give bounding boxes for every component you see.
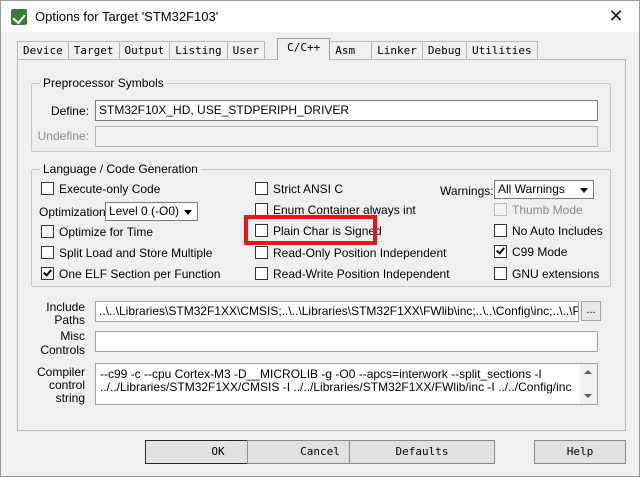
optimization-value: Level 0 (-O0) — [109, 204, 180, 218]
define-input[interactable]: STM32F10X_HD, USE_STDPERIPH_DRIVER — [95, 100, 598, 121]
optimization-label: Optimization: — [39, 205, 110, 219]
split-load-checkbox[interactable] — [41, 246, 54, 259]
optimize-time-checkbox[interactable] — [41, 225, 54, 238]
thumb-mode-label: Thumb Mode — [512, 203, 583, 217]
tab-c-cpp[interactable]: C/C++ — [277, 38, 331, 60]
include-paths-input[interactable]: ..\..\Libraries\STM32F1XX\CMSIS;..\..\Li… — [95, 301, 579, 322]
misc-controls-label-1: Misc — [60, 329, 85, 343]
gnu-ext-label: GNU extensions — [512, 267, 600, 281]
chevron-down-icon — [577, 182, 592, 197]
strict-ansi-checkbox[interactable] — [255, 182, 268, 195]
tab-listing[interactable]: Listing — [169, 41, 228, 60]
include-paths-label-1: Include — [46, 300, 85, 314]
tab-debug[interactable]: Debug — [421, 41, 467, 60]
misc-controls-label-2: Controls — [40, 343, 85, 357]
warnings-value: All Warnings — [498, 182, 565, 196]
tab-utilities[interactable]: Utilities — [465, 41, 538, 60]
compiler-string-line-1: --c99 -c --cpu Cortex-M3 -D__MICROLIB -g… — [100, 367, 542, 381]
include-paths-label-2: Paths — [54, 313, 85, 327]
one-elf-checkbox[interactable] — [41, 267, 54, 280]
compiler-string-box[interactable]: --c99 -c --cpu Cortex-M3 -D__MICROLIB -g… — [95, 363, 598, 405]
tab-device[interactable]: Device — [17, 41, 69, 60]
c99-mode-checkbox[interactable] — [494, 245, 507, 258]
options-dialog: Options for Target 'STM32F103' ✕ Device … — [0, 0, 640, 477]
thumb-mode-checkbox[interactable] — [494, 203, 507, 216]
optimization-select[interactable]: Level 0 (-O0) — [105, 202, 198, 221]
compiler-label-1: Compiler — [36, 365, 85, 379]
help-button[interactable]: Help — [534, 440, 626, 464]
window-title: Options for Target 'STM32F103' — [35, 9, 219, 24]
include-paths-browse-button[interactable]: ... — [581, 301, 601, 321]
strict-ansi-label: Strict ANSI C — [273, 182, 344, 196]
tab-user[interactable]: User — [226, 41, 266, 60]
warnings-select[interactable]: All Warnings — [494, 180, 594, 199]
checkmark-icon — [43, 267, 52, 277]
misc-controls-input[interactable] — [95, 331, 598, 352]
tab-target[interactable]: Target — [67, 41, 120, 60]
tab-output[interactable]: Output — [118, 41, 171, 60]
language-group-title: Language / Code Generation — [40, 162, 201, 176]
ro-position-checkbox[interactable] — [255, 246, 268, 259]
red-highlight-box — [244, 215, 377, 245]
chevron-down-icon — [181, 204, 196, 219]
optimize-time-label: Optimize for Time — [59, 225, 154, 239]
c99-mode-label: C99 Mode — [512, 245, 568, 259]
compiler-label-3: string — [55, 391, 85, 405]
close-button[interactable]: ✕ — [593, 1, 639, 32]
defaults-button[interactable]: Defaults — [349, 440, 495, 464]
gnu-ext-checkbox[interactable] — [494, 267, 507, 280]
tab-strip: Device Target Output Listing User C/C++ … — [17, 38, 538, 60]
tab-asm[interactable]: Asm — [329, 41, 373, 60]
rw-position-label: Read-Write Position Independent — [273, 267, 450, 281]
scroll-up-icon — [584, 370, 592, 374]
split-load-label: Split Load and Store Multiple — [59, 246, 213, 260]
compiler-string-scrollbar[interactable] — [580, 364, 597, 404]
rw-position-checkbox[interactable] — [255, 267, 268, 280]
tab-linker[interactable]: Linker — [371, 41, 423, 60]
compiler-string-line-2: ../../Libraries/STM32F1XX/CMSIS -I ../..… — [100, 380, 575, 394]
one-elf-label: One ELF Section per Function — [59, 267, 221, 281]
compiler-label-2: control — [48, 378, 85, 392]
title-bar: Options for Target 'STM32F103' ✕ — [1, 1, 639, 32]
keil-app-icon — [11, 9, 27, 25]
execute-only-label: Execute-only Code — [59, 182, 161, 196]
define-label: Define: — [50, 104, 89, 118]
checkmark-icon — [496, 245, 505, 255]
undefine-label: Undefine: — [37, 129, 89, 143]
no-auto-includes-checkbox[interactable] — [494, 224, 507, 237]
undefine-input[interactable] — [95, 126, 598, 147]
ro-position-label: Read-Only Position Independent — [273, 246, 447, 260]
execute-only-checkbox[interactable] — [41, 182, 54, 195]
no-auto-includes-label: No Auto Includes — [512, 224, 603, 238]
scroll-down-icon — [584, 394, 592, 398]
warnings-label: Warnings: — [440, 184, 494, 198]
preprocessor-group-title: Preprocessor Symbols — [40, 76, 167, 90]
